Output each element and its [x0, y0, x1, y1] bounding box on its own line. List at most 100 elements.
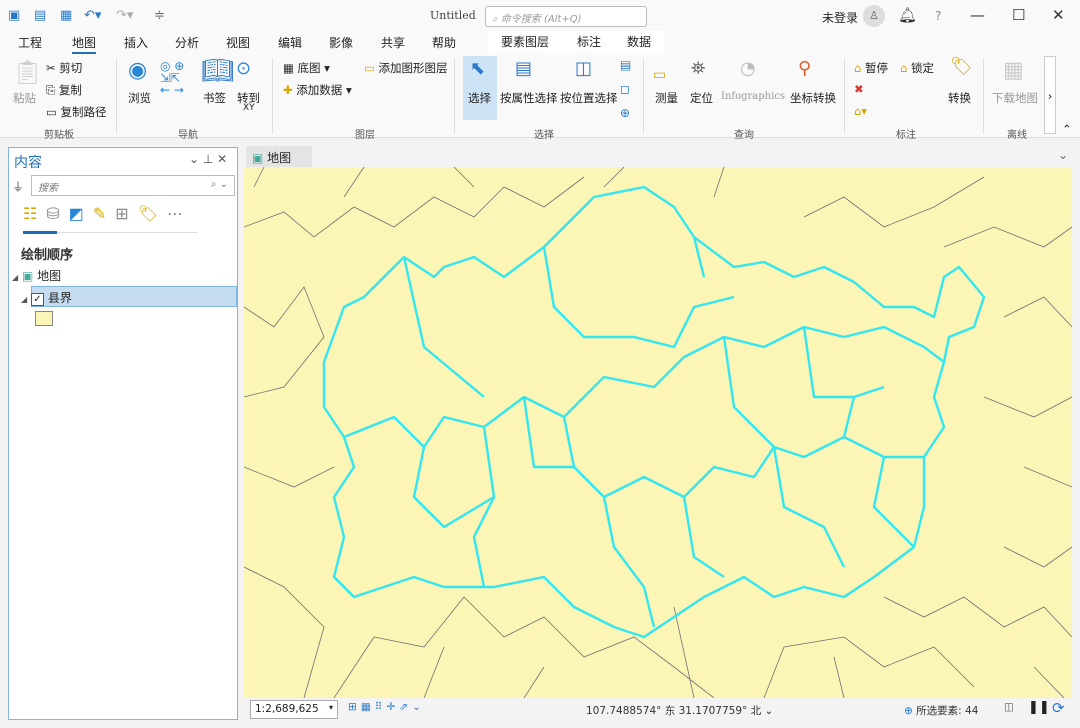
explore-icon: ◉	[128, 58, 148, 83]
new-project-icon[interactable]: ▣	[8, 8, 20, 23]
filter-icon[interactable]: ⏚	[12, 178, 24, 195]
tab-data[interactable]: 数据	[627, 33, 651, 50]
avatar[interactable]: ♙	[863, 5, 885, 27]
map-view[interactable]	[244, 167, 1072, 698]
group-selection-label: 选择	[534, 130, 554, 141]
close-button[interactable]: ✕	[1052, 6, 1065, 24]
scale-value: 1:2,689,625	[255, 703, 319, 715]
select-cursor-icon: ⬉	[470, 58, 486, 79]
download-map-button[interactable]: 下载地图	[992, 90, 1038, 106]
clear-selection-icon[interactable]: ◫	[1004, 701, 1014, 713]
contents-title: 内容	[14, 155, 42, 171]
command-search-input[interactable]: ⌕ 命令搜索 (Alt+Q)	[485, 6, 647, 27]
bookmarks-button[interactable]: 书签	[203, 90, 226, 106]
add-data-button[interactable]: ✚ 添加数据 ▾	[283, 82, 352, 98]
tab-labeling[interactable]: 标注	[577, 33, 601, 50]
map-canvas[interactable]	[244, 167, 1072, 698]
maximize-button[interactable]: ☐	[1012, 6, 1025, 24]
tab-help[interactable]: 帮助	[432, 34, 456, 51]
label-options-icon[interactable]: ⌂▾	[854, 104, 867, 118]
undo-icon[interactable]: ↶▾	[84, 8, 101, 23]
save-icon[interactable]: ▦	[60, 8, 72, 23]
map-tree-label: 地图	[37, 269, 62, 283]
selection-tools-icons[interactable]: ▤ ◻ ⊕	[620, 59, 631, 119]
pause-labeling-button[interactable]: ⌂ 暂停	[854, 60, 888, 76]
lock-labeling-button[interactable]: ⌂ 锁定	[900, 60, 934, 76]
copy-label: 复制	[58, 83, 82, 97]
infographics-button[interactable]: Infographics	[721, 91, 785, 102]
view-options-chevron[interactable]: ⌄	[1058, 148, 1068, 162]
measure-button[interactable]: 测量	[655, 90, 678, 106]
cut-label: 剪切	[59, 61, 83, 75]
contents-view-toolbar[interactable]: ☷⛁◩✎⊞🏷︎⋯	[23, 204, 192, 223]
select-by-attribute-button[interactable]: 按属性选择	[500, 90, 558, 106]
pane-options[interactable]: ⌄ ⊥ ✕	[189, 152, 227, 166]
tab-insert[interactable]: 插入	[124, 34, 148, 51]
tab-edit[interactable]: 编辑	[278, 34, 302, 51]
layer-symbol-swatch[interactable]	[35, 311, 53, 326]
selected-features-icon: ⊕	[904, 705, 913, 717]
map-tab-label: 地图	[267, 151, 292, 165]
cut-button[interactable]: ✂ 剪切	[46, 60, 82, 76]
copy-button[interactable]: ⎘ 复制	[46, 82, 82, 98]
drawing-order-heading: 绘制顺序	[21, 248, 74, 263]
refresh-icon[interactable]: ⟳	[1052, 699, 1065, 717]
select-by-location-button[interactable]: 按位置选择	[560, 90, 618, 106]
map-tree-item[interactable]: ◢ ▣ 地图	[12, 267, 61, 284]
select-button[interactable]: ⬉ 选择	[463, 56, 497, 120]
ribbon-scroll-right[interactable]: ›	[1044, 56, 1056, 134]
tab-imagery[interactable]: 影像	[329, 34, 353, 51]
editing-icon: ✎	[92, 204, 116, 223]
explore-button[interactable]: 浏览	[128, 90, 151, 106]
customize-toolbar-icon[interactable]: ≑	[154, 8, 165, 23]
map-view-tab[interactable]: ▣ 地图 ✕	[246, 146, 312, 180]
sign-in-status[interactable]: 未登录	[822, 9, 858, 26]
tab-project[interactable]: 工程	[18, 34, 42, 51]
layer-visibility-checkbox[interactable]: ✓	[30, 293, 44, 306]
status-tools[interactable]: ⊞▦⠿✛⇗⌄	[348, 701, 425, 713]
contents-search-input[interactable]: 搜索 ⌕ ⌄	[31, 175, 235, 196]
paste-button[interactable]: 粘贴	[13, 90, 36, 106]
copy-path-button[interactable]: ▭ 复制路径	[46, 104, 107, 120]
redo-icon[interactable]: ↷▾	[116, 8, 133, 23]
paste-icon: 📋︎	[12, 58, 43, 86]
add-graphics-layer-button[interactable]: ▭ 添加图形图层	[364, 60, 448, 76]
selection-view-icon: ◩	[68, 204, 93, 223]
add-data-label: 添加数据	[296, 83, 343, 97]
group-navigate-label: 导航	[178, 130, 198, 141]
group-clipboard-label: 剪贴板	[44, 130, 74, 141]
tab-share[interactable]: 共享	[381, 34, 405, 51]
layer-item-county-boundary[interactable]: ◢ ✓ 县界	[21, 286, 237, 307]
clear-labels-icon[interactable]: ✖	[854, 82, 864, 96]
tab-view[interactable]: 视图	[226, 34, 250, 51]
measure-icon: ▭	[653, 67, 667, 83]
ribbon: 📋︎ 粘贴 ✂ 剪切 ⎘ 复制 ▭ 复制路径 剪贴板 ◉ 浏览 ◎ ⊕ ⇲⇱ ← →…	[0, 54, 1080, 141]
selected-label: 所选要素:	[916, 705, 962, 717]
convert-coordinates-button[interactable]: 坐标转换	[790, 90, 836, 106]
open-project-icon[interactable]: ▤	[34, 8, 46, 23]
window-title: Untitled	[430, 9, 476, 22]
search-icon: ⌕ ⌄	[210, 179, 228, 190]
help-button[interactable]: ?	[935, 9, 941, 23]
search-placeholder: 搜索	[38, 183, 58, 194]
minimize-button[interactable]: —	[970, 6, 985, 24]
coords-text: 107.7488574° 东 31.1707759° 北	[586, 705, 762, 717]
zoom-extent-icons[interactable]: ◎ ⊕ ⇲⇱ ← →	[160, 60, 184, 96]
tab-map[interactable]: 地图	[72, 34, 97, 55]
pause-label: 暂停	[864, 61, 888, 75]
scale-selector[interactable]: 1:2,689,625 ▾	[250, 700, 338, 719]
more-icon: ⋯	[167, 204, 192, 223]
basemap-label: 底图	[297, 61, 321, 75]
command-search-placeholder: 命令搜索 (Alt+Q)	[500, 14, 582, 25]
notification-icon[interactable]: 🔔︎	[898, 6, 917, 24]
collapse-ribbon-button[interactable]: ⌃	[1062, 122, 1072, 136]
group-layer-label: 图层	[355, 130, 375, 141]
basemap-button[interactable]: ▦ 底图 ▾	[283, 60, 330, 76]
convert-labels-button[interactable]: 转换	[948, 90, 971, 106]
tab-analysis[interactable]: 分析	[175, 34, 199, 51]
tab-feature-layer[interactable]: 要素图层	[501, 33, 549, 50]
convert-labels-icon: 🏷︎	[950, 56, 973, 77]
locate-button[interactable]: 定位	[690, 90, 713, 106]
selected-features-count[interactable]: ⊕ 所选要素: 44	[904, 703, 978, 718]
pause-drawing-icon[interactable]: ❚❚	[1028, 700, 1050, 715]
